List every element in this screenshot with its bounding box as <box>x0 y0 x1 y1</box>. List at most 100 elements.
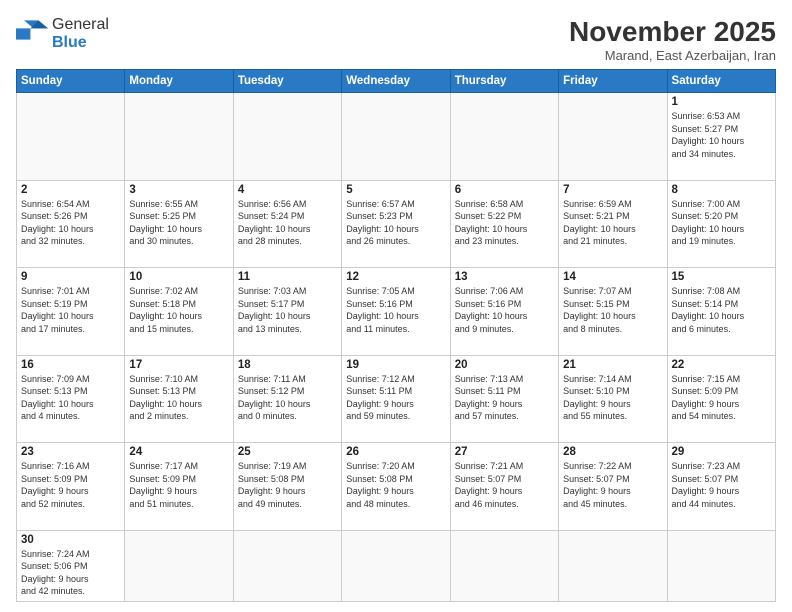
day-number: 11 <box>238 271 337 283</box>
calendar-body: 1 Sunrise: 6:53 AM Sunset: 5:27 PM Daylig… <box>17 93 776 602</box>
day-number: 21 <box>563 359 662 371</box>
calendar-cell: 23 Sunrise: 7:16 AM Sunset: 5:09 PM Dayli… <box>17 443 125 531</box>
day-number: 1 <box>672 96 771 108</box>
calendar-cell: 3Sunrise: 6:55 AM Sunset: 5:25 PM Daylig… <box>125 180 233 268</box>
day-number: 7 <box>563 184 662 196</box>
calendar-week-row: 1 Sunrise: 6:53 AM Sunset: 5:27 PM Daylig… <box>17 93 776 181</box>
calendar-week-row: 9Sunrise: 7:01 AM Sunset: 5:19 PM Daylig… <box>17 268 776 356</box>
calendar-cell <box>559 93 667 181</box>
calendar-cell: 24 Sunrise: 7:17 AM Sunset: 5:09 PM Dayli… <box>125 443 233 531</box>
weekday-header-tuesday: Tuesday <box>233 70 341 93</box>
month-title: November 2025 <box>569 16 776 48</box>
day-info: Sunrise: 7:19 AM Sunset: 5:08 PM Dayligh… <box>238 460 337 510</box>
calendar-cell <box>342 93 450 181</box>
weekday-header-saturday: Saturday <box>667 70 775 93</box>
calendar-cell: 11 Sunrise: 7:03 AM Sunset: 5:17 PM Dayli… <box>233 268 341 356</box>
calendar-cell <box>233 530 341 601</box>
day-number: 6 <box>455 184 554 196</box>
weekday-header-thursday: Thursday <box>450 70 558 93</box>
day-number: 24 <box>129 446 228 458</box>
day-info: Sunrise: 7:22 AM Sunset: 5:07 PM Dayligh… <box>563 460 662 510</box>
weekday-header-sunday: Sunday <box>17 70 125 93</box>
day-number: 29 <box>672 446 771 458</box>
day-number: 17 <box>129 359 228 371</box>
day-number: 23 <box>21 446 120 458</box>
calendar-cell: 6Sunrise: 6:58 AM Sunset: 5:22 PM Daylig… <box>450 180 558 268</box>
day-number: 26 <box>346 446 445 458</box>
day-number: 13 <box>455 271 554 283</box>
day-info: Sunrise: 7:09 AM Sunset: 5:13 PM Dayligh… <box>21 373 120 423</box>
calendar-cell <box>125 93 233 181</box>
day-number: 22 <box>672 359 771 371</box>
day-info: Sunrise: 7:16 AM Sunset: 5:09 PM Dayligh… <box>21 460 120 510</box>
day-info: Sunrise: 7:03 AM Sunset: 5:17 PM Dayligh… <box>238 285 337 335</box>
calendar-cell <box>450 93 558 181</box>
weekday-header-friday: Friday <box>559 70 667 93</box>
calendar-week-row: 23 Sunrise: 7:16 AM Sunset: 5:09 PM Dayli… <box>17 443 776 531</box>
weekday-header-monday: Monday <box>125 70 233 93</box>
calendar-cell <box>559 530 667 601</box>
day-number: 27 <box>455 446 554 458</box>
day-info: Sunrise: 7:00 AM Sunset: 5:20 PM Dayligh… <box>672 198 771 248</box>
calendar-cell: 13 Sunrise: 7:06 AM Sunset: 5:16 PM Dayli… <box>450 268 558 356</box>
calendar-cell: 2 Sunrise: 6:54 AM Sunset: 5:26 PM Daylig… <box>17 180 125 268</box>
calendar-cell: 9Sunrise: 7:01 AM Sunset: 5:19 PM Daylig… <box>17 268 125 356</box>
day-number: 5 <box>346 184 445 196</box>
day-number: 2 <box>21 184 120 196</box>
day-info: Sunrise: 7:10 AM Sunset: 5:13 PM Dayligh… <box>129 373 228 423</box>
day-info: Sunrise: 7:02 AM Sunset: 5:18 PM Dayligh… <box>129 285 228 335</box>
title-block: November 2025 Marand, East Azerbaijan, I… <box>569 16 776 63</box>
generalblue-logo-icon <box>16 20 48 48</box>
calendar-cell: 27 Sunrise: 7:21 AM Sunset: 5:07 PM Dayli… <box>450 443 558 531</box>
calendar-cell: 1 Sunrise: 6:53 AM Sunset: 5:27 PM Daylig… <box>667 93 775 181</box>
day-number: 30 <box>21 534 120 546</box>
day-info: Sunrise: 6:53 AM Sunset: 5:27 PM Dayligh… <box>672 110 771 160</box>
day-info: Sunrise: 7:23 AM Sunset: 5:07 PM Dayligh… <box>672 460 771 510</box>
calendar-cell <box>667 530 775 601</box>
calendar-table: SundayMondayTuesdayWednesdayThursdayFrid… <box>16 69 776 602</box>
calendar-cell: 16Sunrise: 7:09 AM Sunset: 5:13 PM Dayli… <box>17 355 125 443</box>
calendar-cell: 30 Sunrise: 7:24 AM Sunset: 5:06 PM Dayli… <box>17 530 125 601</box>
weekday-header-wednesday: Wednesday <box>342 70 450 93</box>
calendar-cell: 12 Sunrise: 7:05 AM Sunset: 5:16 PM Dayli… <box>342 268 450 356</box>
calendar-cell <box>342 530 450 601</box>
day-info: Sunrise: 7:06 AM Sunset: 5:16 PM Dayligh… <box>455 285 554 335</box>
logo-text: General Blue <box>52 16 109 51</box>
day-number: 9 <box>21 271 120 283</box>
page-header: General Blue November 2025 Marand, East … <box>16 16 776 63</box>
day-info: Sunrise: 7:13 AM Sunset: 5:11 PM Dayligh… <box>455 373 554 423</box>
day-info: Sunrise: 7:05 AM Sunset: 5:16 PM Dayligh… <box>346 285 445 335</box>
weekday-header-row: SundayMondayTuesdayWednesdayThursdayFrid… <box>17 70 776 93</box>
day-number: 3 <box>129 184 228 196</box>
day-number: 14 <box>563 271 662 283</box>
day-info: Sunrise: 7:24 AM Sunset: 5:06 PM Dayligh… <box>21 548 120 598</box>
calendar-cell: 25Sunrise: 7:19 AM Sunset: 5:08 PM Dayli… <box>233 443 341 531</box>
calendar-cell: 15Sunrise: 7:08 AM Sunset: 5:14 PM Dayli… <box>667 268 775 356</box>
calendar-cell: 4Sunrise: 6:56 AM Sunset: 5:24 PM Daylig… <box>233 180 341 268</box>
calendar-cell: 21Sunrise: 7:14 AM Sunset: 5:10 PM Dayli… <box>559 355 667 443</box>
calendar-cell: 17 Sunrise: 7:10 AM Sunset: 5:13 PM Dayli… <box>125 355 233 443</box>
calendar-cell: 26Sunrise: 7:20 AM Sunset: 5:08 PM Dayli… <box>342 443 450 531</box>
day-number: 12 <box>346 271 445 283</box>
day-number: 10 <box>129 271 228 283</box>
calendar-cell: 22 Sunrise: 7:15 AM Sunset: 5:09 PM Dayli… <box>667 355 775 443</box>
day-info: Sunrise: 6:54 AM Sunset: 5:26 PM Dayligh… <box>21 198 120 248</box>
day-info: Sunrise: 7:15 AM Sunset: 5:09 PM Dayligh… <box>672 373 771 423</box>
day-info: Sunrise: 7:17 AM Sunset: 5:09 PM Dayligh… <box>129 460 228 510</box>
day-number: 28 <box>563 446 662 458</box>
calendar-cell: 7 Sunrise: 6:59 AM Sunset: 5:21 PM Daylig… <box>559 180 667 268</box>
calendar-cell: 5Sunrise: 6:57 AM Sunset: 5:23 PM Daylig… <box>342 180 450 268</box>
day-info: Sunrise: 7:07 AM Sunset: 5:15 PM Dayligh… <box>563 285 662 335</box>
day-number: 4 <box>238 184 337 196</box>
calendar-week-row: 30 Sunrise: 7:24 AM Sunset: 5:06 PM Dayli… <box>17 530 776 601</box>
day-info: Sunrise: 7:12 AM Sunset: 5:11 PM Dayligh… <box>346 373 445 423</box>
calendar-cell: 28 Sunrise: 7:22 AM Sunset: 5:07 PM Dayli… <box>559 443 667 531</box>
day-info: Sunrise: 7:11 AM Sunset: 5:12 PM Dayligh… <box>238 373 337 423</box>
day-number: 20 <box>455 359 554 371</box>
location: Marand, East Azerbaijan, Iran <box>569 48 776 63</box>
day-info: Sunrise: 7:21 AM Sunset: 5:07 PM Dayligh… <box>455 460 554 510</box>
calendar-cell: 19Sunrise: 7:12 AM Sunset: 5:11 PM Dayli… <box>342 355 450 443</box>
day-info: Sunrise: 6:59 AM Sunset: 5:21 PM Dayligh… <box>563 198 662 248</box>
day-number: 8 <box>672 184 771 196</box>
day-number: 18 <box>238 359 337 371</box>
